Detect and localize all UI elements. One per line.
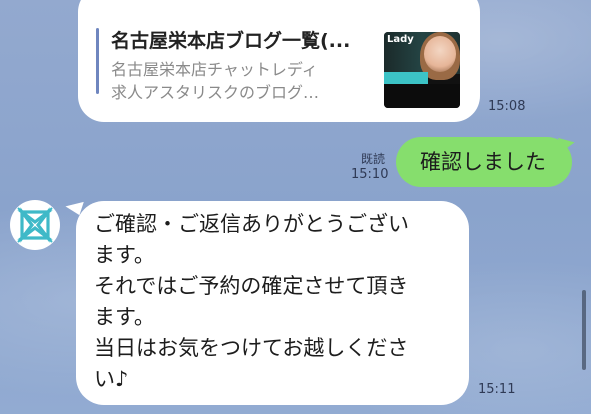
read-receipt-label: 既読 [361,152,386,166]
thumbnail-bottom [384,84,460,108]
received-message-bubble[interactable]: ご確認・ご返信ありがとうござい ます。 それではご予約の確定させて頂き ます。 … [76,201,469,405]
link-preview-description-line1: 名古屋栄本店チャットレディ [111,60,318,79]
scrollbar[interactable] [582,290,586,370]
sent-message-bubble[interactable]: 確認しました [396,137,572,187]
received-message-line: い♪ [94,367,129,391]
asterisk-logo-icon [17,207,53,243]
received-message-line: 当日はお気をつけてお越しくださ [94,336,409,360]
received-message-line: ます。 [94,305,155,329]
link-preview-title: 名古屋栄本店ブログ一覧(... [111,30,351,52]
link-preview-description: 名古屋栄本店チャットレディ 求人アスタリスクのブログ… [111,58,371,104]
received-message-timestamp: 15:11 [478,382,516,397]
avatar[interactable] [10,200,60,250]
received-message-line: ます。 [94,243,155,267]
link-preview-timestamp: 15:08 [488,99,526,114]
thumbnail-face [424,36,456,72]
thumbnail-text: Lady [387,34,414,45]
link-preview-thumbnail[interactable]: Lady [384,32,460,108]
link-preview-card[interactable]: 名古屋栄本店ブログ一覧(... 名古屋栄本店チャットレディ 求人アスタリスクのブ… [78,0,480,122]
received-message-line: ご確認・ご返信ありがとうござい [94,212,409,236]
received-message-line: それではご予約の確定させて頂き [94,274,409,298]
sent-message-timestamp: 15:10 [351,167,389,182]
link-accent-bar [96,28,99,94]
link-preview-description-line2: 求人アスタリスクのブログ… [111,83,320,102]
